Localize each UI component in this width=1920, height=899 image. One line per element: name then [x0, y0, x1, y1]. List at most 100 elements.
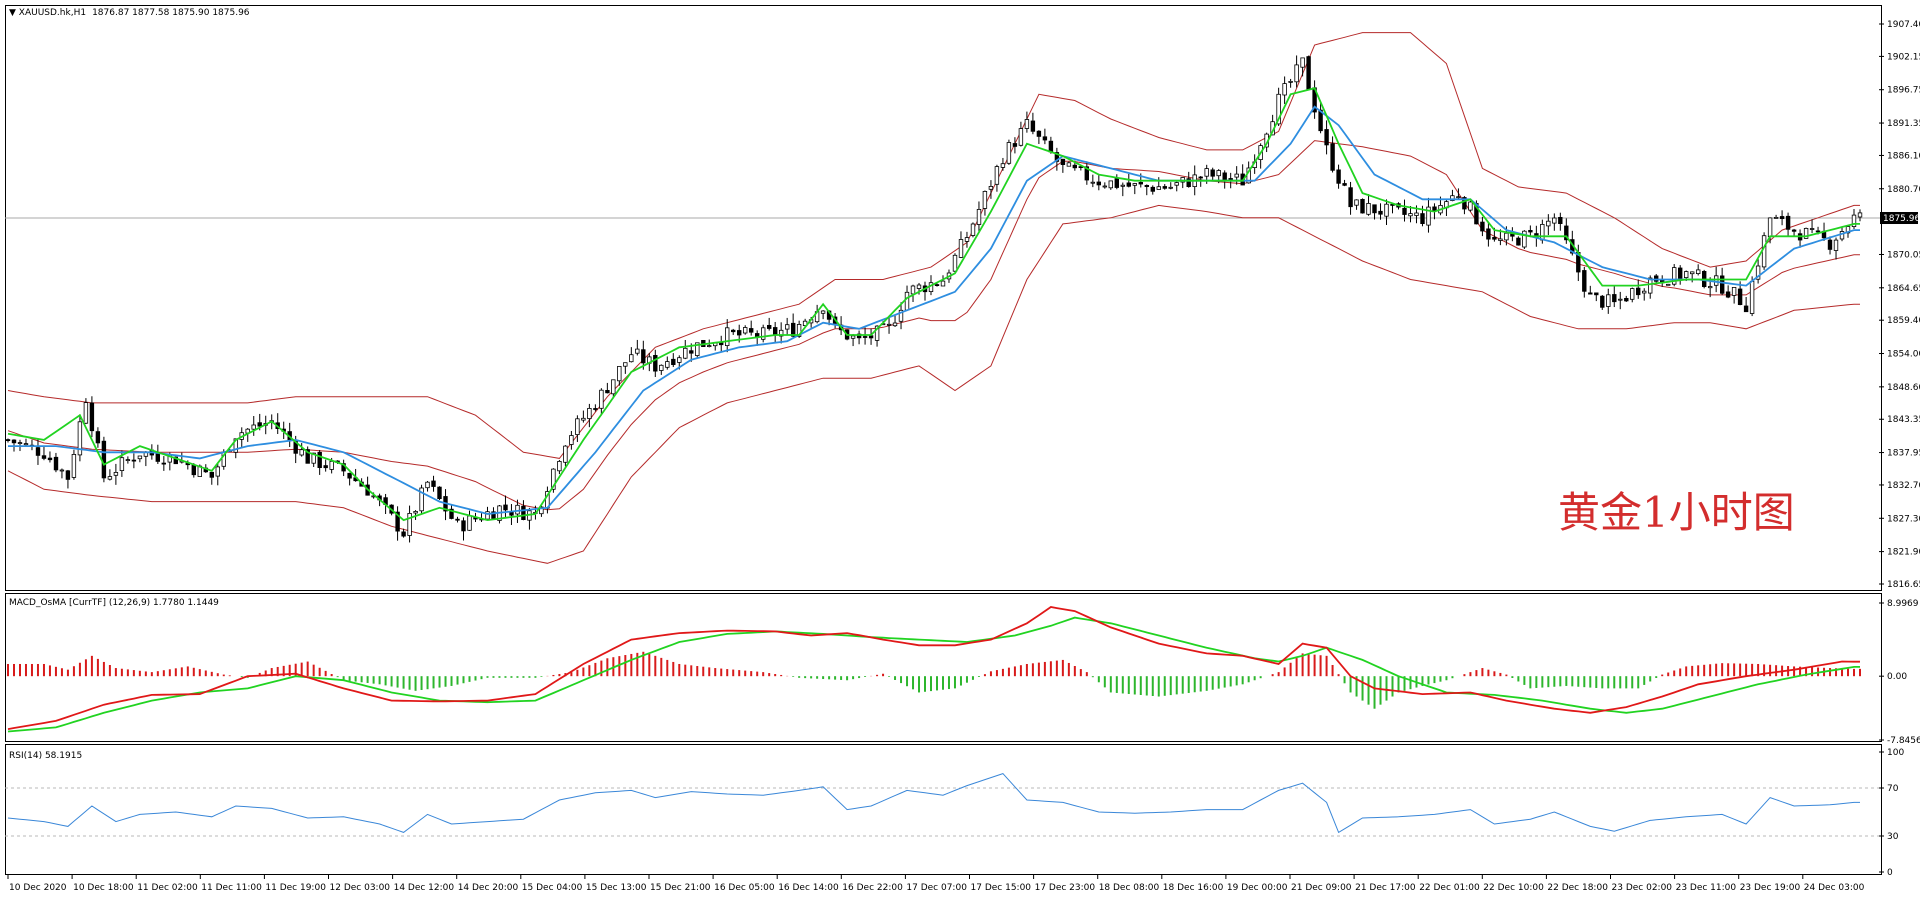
- candle-body: [1138, 181, 1143, 185]
- price-tick-label: 1854.00: [1887, 350, 1920, 360]
- candle-body: [1072, 164, 1077, 169]
- time-tick-label: 22 Dec 18:00: [1547, 883, 1608, 893]
- candle-body: [611, 379, 616, 395]
- candle-body: [587, 407, 592, 419]
- candle-body: [1300, 57, 1305, 68]
- candle-body: [1654, 275, 1659, 282]
- time-tick-label: 22 Dec 10:00: [1483, 883, 1544, 893]
- candle-body: [1012, 143, 1018, 147]
- price-tick-label: 1864.65: [1887, 284, 1920, 294]
- candle-body: [910, 285, 916, 295]
- candle-body: [323, 465, 328, 469]
- candle-body: [641, 349, 646, 364]
- candle-body: [437, 486, 442, 500]
- candle-body: [1168, 186, 1173, 189]
- candle-body: [119, 457, 125, 472]
- time-tick-label: 11 Dec 02:00: [137, 883, 198, 893]
- candle-body: [1498, 238, 1503, 241]
- rsi-plot: [5, 773, 1880, 837]
- time-tick-label: 17 Dec 07:00: [906, 883, 967, 893]
- candle-body: [1036, 130, 1042, 137]
- candle-body: [11, 439, 17, 444]
- candle-body: [1773, 216, 1779, 219]
- candle-body: [1720, 275, 1725, 294]
- candle-body: [994, 166, 1000, 185]
- time-tick-label: 24 Dec 03:00: [1804, 883, 1865, 893]
- ohlc-values: 1876.87 1877.58 1875.90 1875.96: [92, 8, 250, 18]
- candle-body: [5, 439, 11, 442]
- time-tick-label: 23 Dec 19:00: [1740, 883, 1801, 893]
- time-tick-label: 16 Dec 22:00: [842, 883, 903, 893]
- candle-body: [677, 357, 682, 363]
- candle-body: [1330, 143, 1335, 171]
- time-tick-label: 18 Dec 16:00: [1163, 883, 1224, 893]
- candle-body: [1630, 288, 1635, 300]
- candle-body: [1360, 198, 1365, 214]
- candle-body: [868, 335, 874, 339]
- candle-body: [1162, 186, 1167, 189]
- candle-body: [1216, 170, 1221, 177]
- time-tick-label: 15 Dec 04:00: [522, 883, 583, 893]
- candle-body: [503, 504, 508, 511]
- candle-body: [1725, 291, 1731, 298]
- candle-body: [635, 348, 640, 354]
- axes: 1907.40 1902.15 1896.75 1891.35 1886.10 1880.…: [7, 20, 1920, 893]
- candle-body: [1114, 178, 1119, 188]
- candle-body: [862, 336, 868, 338]
- candle-body: [820, 310, 826, 314]
- candle-body: [71, 453, 77, 478]
- time-tick-label: 10 Dec 2020: [9, 883, 67, 893]
- candle-body: [1066, 162, 1072, 167]
- candle-body: [137, 455, 143, 460]
- chart-canvas[interactable]: 1907.40 1902.15 1896.75 1891.35 1886.10 1880.…: [0, 0, 1920, 899]
- candle-body: [251, 424, 256, 430]
- candle-body: [1827, 239, 1833, 250]
- candle-body: [1552, 217, 1557, 224]
- candle-body: [425, 481, 430, 489]
- dropdown-triangle-icon[interactable]: ▼: [9, 8, 19, 18]
- candle-body: [1336, 169, 1341, 184]
- candle-body: [329, 460, 334, 470]
- candle-body: [17, 442, 23, 445]
- candle-body: [1384, 203, 1389, 217]
- candle-body: [982, 190, 988, 209]
- candle-body: [1642, 290, 1647, 294]
- price-tick-label: 1896.75: [1887, 86, 1920, 96]
- time-tick-label: 22 Dec 01:00: [1419, 883, 1480, 893]
- candle-body: [725, 327, 730, 346]
- candle-body: [521, 505, 526, 521]
- candle-body: [1606, 294, 1611, 307]
- candle-body: [1354, 199, 1359, 206]
- candle-body: [1833, 239, 1839, 251]
- candle-body: [1294, 64, 1299, 83]
- ma-fast-line: [7, 87, 1860, 522]
- price-tick-label: 1821.90: [1887, 548, 1920, 558]
- candle-body: [1815, 230, 1821, 233]
- candle-body: [1402, 207, 1407, 215]
- candle-body: [599, 389, 604, 409]
- candle-body: [659, 364, 664, 371]
- candle-body: [257, 422, 262, 427]
- candle-body: [1582, 270, 1587, 292]
- candle-body: [431, 480, 436, 487]
- price-plot: [5, 32, 1880, 564]
- candle-body: [964, 237, 970, 242]
- candle-body: [47, 457, 53, 461]
- candle-body: [1060, 158, 1066, 165]
- candle-body: [347, 472, 352, 479]
- candle-body: [1809, 228, 1815, 230]
- time-tick-label: 19 Dec 00:00: [1227, 883, 1288, 893]
- candle-body: [737, 330, 742, 336]
- candle-body: [892, 322, 898, 327]
- candle-body: [1366, 202, 1371, 215]
- rsi-tick-label: 70: [1887, 784, 1899, 794]
- candle-body: [1684, 271, 1689, 279]
- candle-body: [467, 515, 472, 531]
- price-tick-label: 1886.10: [1887, 151, 1920, 161]
- candle-body: [1018, 128, 1024, 146]
- candle-body: [1282, 83, 1287, 96]
- candle-body: [1618, 298, 1623, 301]
- candle-body: [1126, 182, 1131, 187]
- macd-main-line: [7, 606, 1860, 730]
- candle-body: [413, 510, 418, 514]
